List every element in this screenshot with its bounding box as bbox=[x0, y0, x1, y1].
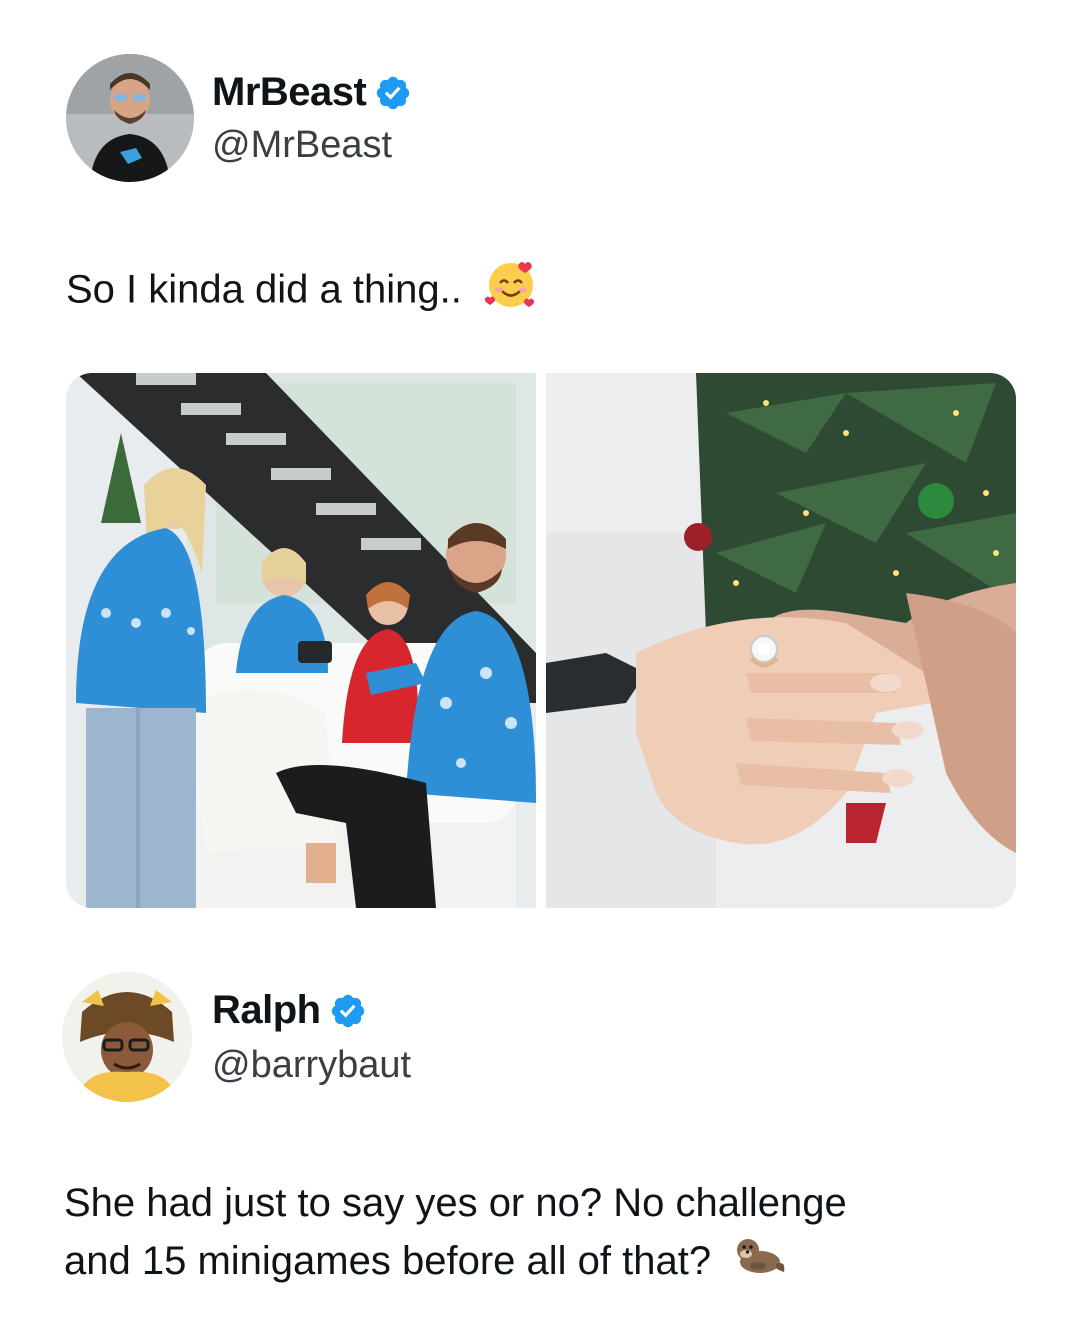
verified-badge-icon bbox=[329, 992, 367, 1030]
tweet1-text-body: So I kinda did a thing.. bbox=[66, 267, 462, 312]
ring-photo[interactable] bbox=[546, 373, 1016, 908]
tweet-mrbeast: MrBeast @MrBeast So I kinda did a thing.… bbox=[0, 0, 1080, 920]
mrbeast-name-row[interactable]: MrBeast bbox=[212, 70, 412, 115]
tweet1-text: So I kinda did a thing.. bbox=[66, 258, 537, 326]
tweet-ralph: Ralph @barrybaut She had just to say yes… bbox=[0, 960, 1080, 1330]
otter-icon bbox=[732, 1232, 786, 1294]
mrbeast-handle[interactable]: @MrBeast bbox=[212, 124, 392, 167]
ralph-handle[interactable]: @barrybaut bbox=[212, 1044, 411, 1087]
ralph-avatar[interactable] bbox=[62, 972, 192, 1102]
tweet2-text: She had just to say yes or no? No challe… bbox=[64, 1174, 1044, 1294]
ralph-name-row[interactable]: Ralph bbox=[212, 988, 367, 1033]
smiling-face-with-hearts-icon bbox=[484, 258, 537, 326]
verified-badge-icon bbox=[374, 74, 412, 112]
proposal-photo[interactable] bbox=[66, 373, 536, 908]
tweet2-text-line2-row: and 15 minigames before all of that? bbox=[64, 1232, 1044, 1294]
tweet1-media-grid bbox=[66, 373, 1016, 908]
tweet2-text-line2: and 15 minigames before all of that? bbox=[64, 1239, 712, 1283]
mrbeast-avatar[interactable] bbox=[66, 54, 194, 182]
ralph-display-name[interactable]: Ralph bbox=[212, 988, 321, 1033]
mrbeast-display-name[interactable]: MrBeast bbox=[212, 70, 367, 115]
tweet2-text-line1: She had just to say yes or no? No challe… bbox=[64, 1181, 847, 1225]
